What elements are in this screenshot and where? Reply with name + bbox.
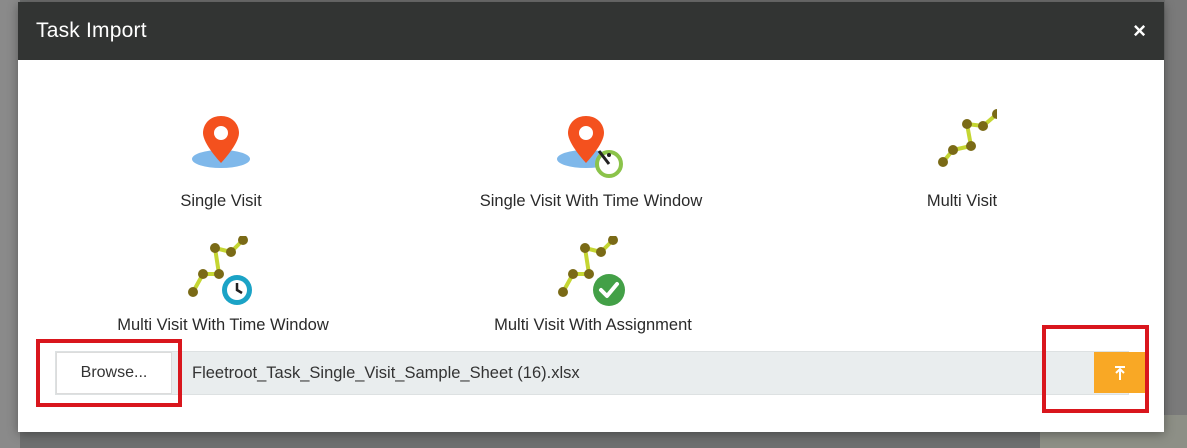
task-import-dialog: Task Import × Single Visit Single Visit … [18, 2, 1164, 432]
upload-icon [1115, 365, 1125, 380]
dialog-header: Task Import × [18, 2, 1164, 60]
option-label: Multi Visit [926, 192, 998, 210]
dialog-title: Task Import [36, 19, 147, 42]
option-label: Single Visit With Time Window [479, 192, 703, 210]
pin-icon [192, 116, 250, 168]
file-upload-bar: Browse... Fleetroot_Task_Single_Visit_Sa… [55, 351, 1146, 395]
background-page-right [1165, 0, 1187, 448]
option-multi-visit-assignment[interactable]: Multi Visit With Assignment [473, 236, 713, 335]
browse-button[interactable]: Browse... [56, 352, 172, 394]
option-label: Multi Visit With Time Window [117, 316, 329, 334]
option-single-visit[interactable]: Single Visit [156, 110, 286, 211]
upload-button[interactable] [1094, 352, 1146, 393]
option-label: Single Visit [180, 192, 262, 210]
background-page [0, 0, 20, 448]
route-clock-icon [188, 236, 252, 305]
option-label: Multi Visit With Assignment [494, 316, 692, 334]
option-multi-visit-time-window[interactable]: Multi Visit With Time Window [98, 236, 348, 335]
pin-timer-icon [557, 116, 623, 178]
route-icon [938, 109, 997, 167]
selected-file-name: Fleetroot_Task_Single_Visit_Sample_Sheet… [192, 364, 580, 382]
option-single-visit-time-window[interactable]: Single Visit With Time Window [463, 110, 719, 211]
route-check-icon [558, 236, 625, 306]
option-multi-visit[interactable]: Multi Visit [897, 108, 1027, 211]
close-button[interactable]: × [1133, 20, 1146, 42]
